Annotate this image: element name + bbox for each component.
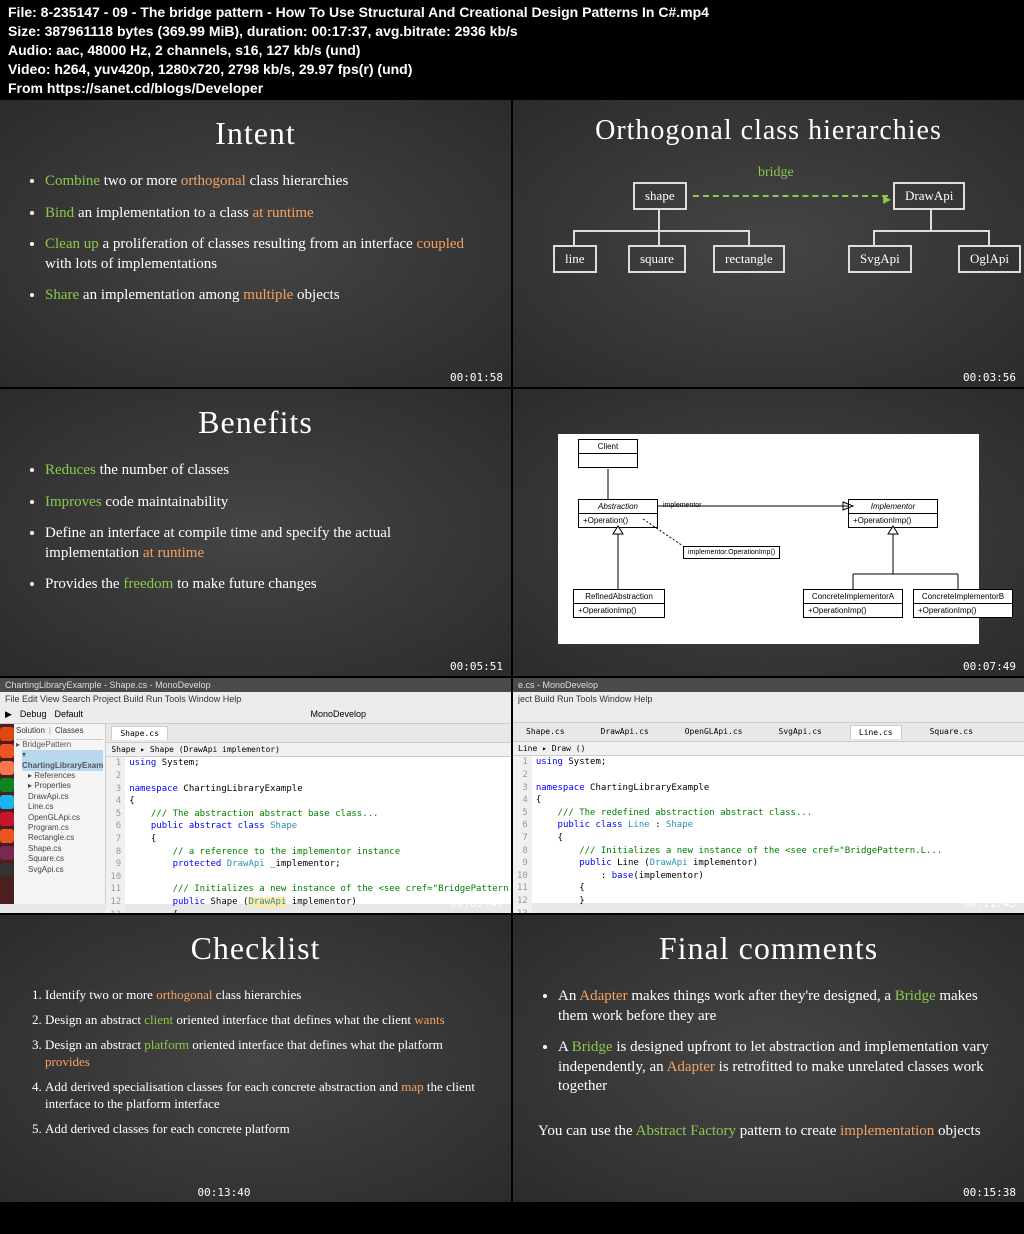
list-item: Design an abstract client oriented inter… <box>45 1012 486 1029</box>
slide-final: Final comments An Adapter makes things w… <box>513 915 1024 1202</box>
ide-titlebar: e.cs - MonoDevelop <box>513 678 1024 692</box>
file-line: File: 8-235147 - 09 - The bridge pattern… <box>8 3 1016 22</box>
list-item: A Bridge is designed upfront to let abst… <box>558 1038 999 1097</box>
list-item: Share an implementation among multiple o… <box>45 286 486 306</box>
list-item: Clean up a proliferation of classes resu… <box>45 235 486 274</box>
slide-title: Benefits <box>25 404 486 441</box>
timestamp: 00:09:47 <box>450 897 503 910</box>
slide-title: Checklist <box>25 930 486 967</box>
ide-line: e.cs - MonoDevelop ject Build Run Tools … <box>513 678 1024 913</box>
slide-intent: Intent Combine two or more orthogonal cl… <box>0 100 511 387</box>
box-shape: shape <box>633 182 687 210</box>
slide-title: Orthogonal class hierarchies <box>538 115 999 147</box>
uml-diagram: Client Abstraction+Operation() RefinedAb… <box>558 434 979 644</box>
code-editor: Shape.csDrawApi.csOpenGLApi.csSvgApi.csL… <box>513 723 1024 903</box>
list-item: An Adapter makes things work after they'… <box>558 987 999 1026</box>
hierarchy-diagram: bridge ▸ shape DrawApi line square recta… <box>538 167 999 347</box>
timestamp: 00:07:49 <box>963 660 1016 673</box>
footer-note: You can use the Abstract Factory pattern… <box>538 1122 999 1142</box>
list-item: Add derived specialisation classes for e… <box>45 1079 486 1113</box>
bridge-label: bridge <box>758 165 794 181</box>
ide-shape: ChartingLibraryExample - Shape.cs - Mono… <box>0 678 511 913</box>
media-info-header: File: 8-235147 - 09 - The bridge pattern… <box>0 0 1024 100</box>
slide-orthogonal: Orthogonal class hierarchies bridge ▸ sh… <box>513 100 1024 387</box>
ide-menubar: ject Build Run Tools Window Help <box>513 692 1024 706</box>
size-line: Size: 387961118 bytes (369.99 MiB), dura… <box>8 22 1016 41</box>
box-oglapi: OglApi <box>958 245 1021 273</box>
ide-toolbar: ▶DebugDefaultMonoDevelop <box>0 706 511 724</box>
final-list: An Adapter makes things work after they'… <box>558 987 999 1097</box>
timestamp: 00:01:58 <box>450 371 503 384</box>
bridge-arrow <box>693 195 888 197</box>
code-editor: Shape.cs Shape ▸ Shape (DrawApi implemen… <box>106 724 511 904</box>
uml-implementor: Implementor+OperationImp() <box>848 499 938 528</box>
code-content: using System; namespace ChartingLibraryE… <box>532 756 946 913</box>
ide-menubar: File Edit View Search Project Build Run … <box>0 692 511 706</box>
benefits-list: Reduces the number of classes Improves c… <box>45 461 486 595</box>
timestamp: 00:13:40 <box>198 1186 251 1199</box>
slide-checklist: Checklist Identify two or more orthogona… <box>0 915 511 1202</box>
list-item: Combine two or more orthogonal class hie… <box>45 172 486 192</box>
uml-note: implementor.OperationImp() <box>683 546 780 559</box>
box-svgapi: SvgApi <box>848 245 912 273</box>
slide-benefits: Benefits Reduces the number of classes I… <box>0 389 511 676</box>
slide-title: Intent <box>25 115 486 152</box>
timestamp: 00:03:56 <box>963 371 1016 384</box>
from-line: From https://sanet.cd/blogs/Developer <box>8 79 1016 98</box>
checklist: Identify two or more orthogonal class hi… <box>45 987 486 1137</box>
list-item: Identify two or more orthogonal class hi… <box>45 987 486 1004</box>
uml-impl-label: implementor <box>663 502 702 509</box>
timestamp: 00:05:51 <box>450 660 503 673</box>
code-content: using System; namespace ChartingLibraryE… <box>125 757 511 913</box>
list-item: Provides the freedom to make future chan… <box>45 575 486 595</box>
solution-explorer: Solution|Classes ▸ BridgePattern ▾ Chart… <box>14 724 106 904</box>
box-square: square <box>628 245 686 273</box>
uml-concrete-a: ConcreteImplementorA+OperationImp() <box>803 589 903 618</box>
box-line: line <box>553 245 597 273</box>
list-item: Improves code maintainability <box>45 493 486 513</box>
thumbnail-grid: Intent Combine two or more orthogonal cl… <box>0 100 1024 1202</box>
ide-toolbar <box>513 706 1024 723</box>
ubuntu-launcher <box>0 724 14 904</box>
uml-abstraction: Abstraction+Operation() <box>578 499 658 528</box>
list-item: Define an interface at compile time and … <box>45 524 486 563</box>
slide-uml: Client Abstraction+Operation() RefinedAb… <box>513 389 1024 676</box>
slide-title: Final comments <box>538 930 999 967</box>
uml-concrete-b: ConcreteImplementorB+OperationImp() <box>913 589 1013 618</box>
list-item: Add derived classes for each concrete pl… <box>45 1121 486 1138</box>
ide-titlebar: ChartingLibraryExample - Shape.cs - Mono… <box>0 678 511 692</box>
uml-client: Client <box>578 439 638 468</box>
list-item: Reduces the number of classes <box>45 461 486 481</box>
audio-line: Audio: aac, 48000 Hz, 2 channels, s16, 1… <box>8 41 1016 60</box>
intent-list: Combine two or more orthogonal class hie… <box>45 172 486 306</box>
timestamp: 00:11:43 <box>963 897 1016 910</box>
video-line: Video: h264, yuv420p, 1280x720, 2798 kb/… <box>8 60 1016 79</box>
list-item: Design an abstract platform oriented int… <box>45 1037 486 1071</box>
box-rectangle: rectangle <box>713 245 785 273</box>
box-drawapi: DrawApi <box>893 182 965 210</box>
uml-refined: RefinedAbstraction+OperationImp() <box>573 589 665 618</box>
list-item: Bind an implementation to a class at run… <box>45 204 486 224</box>
timestamp: 00:15:38 <box>963 1186 1016 1199</box>
